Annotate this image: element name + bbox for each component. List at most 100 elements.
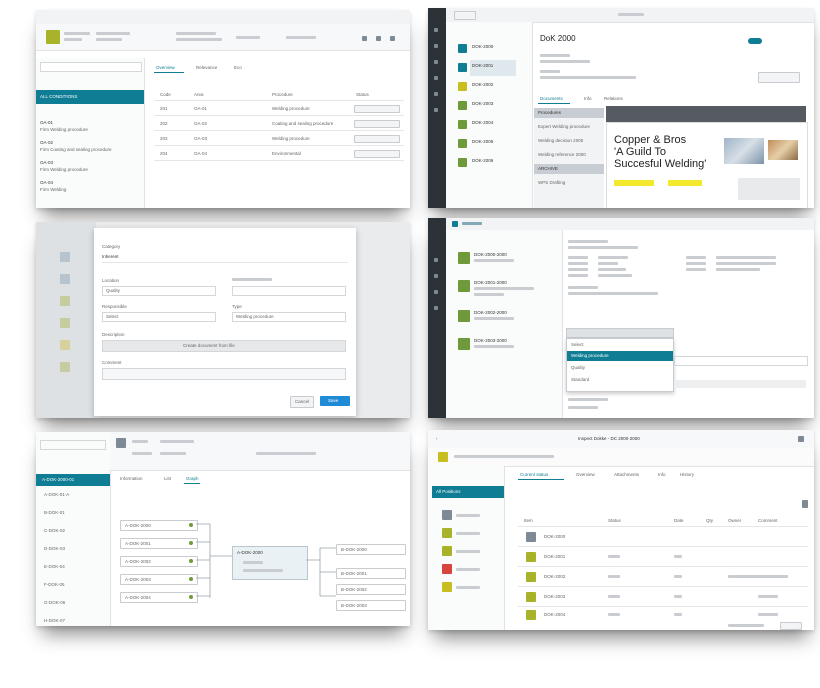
back-button[interactable] (454, 11, 476, 20)
dropdown-option[interactable]: Standard (571, 377, 589, 382)
list-item[interactable]: DOK-2003-2000 (474, 338, 507, 343)
tree-item-selected[interactable]: A-DOK-2000-01 (36, 474, 110, 486)
tab-graph[interactable]: Graph (186, 476, 199, 481)
tab-information[interactable]: Information (120, 476, 143, 481)
tab-documents[interactable]: Documents (540, 96, 563, 101)
list-item[interactable]: DOK-2000-2000 (474, 252, 507, 257)
status-select[interactable] (354, 120, 400, 128)
dropdown-option-selected[interactable]: Welding procedure (567, 351, 673, 361)
rail-icon[interactable] (434, 258, 438, 262)
tab-info[interactable]: Info (584, 96, 592, 101)
close-icon[interactable] (798, 436, 804, 442)
list-item[interactable]: DOK-2001-2000 (474, 280, 507, 285)
column-header[interactable]: Procedure (272, 92, 293, 97)
tree-item[interactable]: C-DOK-02 (44, 528, 65, 533)
location-field[interactable]: Quality (102, 286, 216, 296)
tab-overview[interactable]: Overview (156, 65, 175, 70)
graph-node[interactable]: A-DOK-2000 (120, 520, 198, 531)
tab-history[interactable]: History (680, 472, 694, 477)
column-header[interactable]: Comment (758, 518, 778, 523)
menu-item[interactable]: ARCHIVE (538, 166, 558, 171)
save-button[interactable]: Save (320, 396, 350, 406)
sidebar-item-code[interactable]: OA-02 (40, 140, 53, 145)
cancel-button[interactable]: Cancel (290, 396, 314, 408)
tree-search-input[interactable] (40, 440, 106, 450)
graph-center-node[interactable]: A-DOK-2000 (232, 546, 308, 580)
comment-field[interactable] (102, 368, 346, 380)
responsible-select[interactable]: Select (102, 312, 216, 322)
rail-icon[interactable] (434, 44, 438, 48)
column-header[interactable]: Owner (728, 518, 741, 523)
status-select[interactable] (354, 135, 400, 143)
sidebar-header[interactable]: All Positions (432, 486, 504, 498)
graph-node[interactable]: A-DOK-2004 (120, 592, 198, 603)
column-header[interactable]: Code (160, 92, 171, 97)
list-item[interactable]: DOK-2001 (472, 63, 493, 68)
graph-node[interactable]: B-DOK-2002 (336, 584, 406, 595)
pagination-control[interactable] (780, 622, 802, 630)
toggle-switch[interactable] (748, 38, 762, 44)
category-value[interactable]: Inherent (102, 254, 119, 259)
list-item[interactable]: DOK-2005 (472, 139, 493, 144)
sidebar-header[interactable]: ALL CONDITIONS (36, 90, 144, 104)
sidebar-search-input[interactable] (40, 62, 142, 72)
list-item[interactable]: DOK-2000 (472, 44, 493, 49)
column-header[interactable]: Status (356, 92, 369, 97)
export-icon[interactable] (802, 500, 808, 508)
tree-item[interactable]: F-DOK-05 (44, 582, 65, 587)
status-select[interactable] (354, 150, 400, 158)
rail-icon[interactable] (434, 92, 438, 96)
graph-node[interactable]: A-DOK-2003 (120, 574, 198, 585)
dropdown-option[interactable]: Quality (571, 365, 585, 370)
dropdown-trigger[interactable] (566, 328, 674, 338)
column-header[interactable]: Status (608, 518, 621, 523)
tab-overview[interactable]: Overview (576, 472, 595, 477)
type-select[interactable]: Welding procedure (232, 312, 346, 322)
rail-icon[interactable] (434, 60, 438, 64)
back-link[interactable]: ‹ (436, 436, 438, 441)
list-item[interactable]: DOK-2006 (472, 158, 493, 163)
tab-eco[interactable]: Eco (234, 65, 242, 70)
graph-node[interactable]: A-DOK-2001 (120, 538, 198, 549)
tab-relations[interactable]: Relations (604, 96, 623, 101)
graph-node[interactable]: B-DOK-2003 (336, 600, 406, 611)
rail-icon[interactable] (434, 274, 438, 278)
tab-relevance[interactable]: Relevance (196, 65, 217, 70)
tab-current-status[interactable]: Current status (520, 472, 548, 477)
list-item[interactable]: DOK-2002 (472, 82, 493, 87)
tree-item[interactable]: H-DOK-07 (44, 618, 65, 623)
tree-item[interactable]: E-DOK-04 (44, 564, 65, 569)
status-select[interactable] (354, 105, 400, 113)
sidebar-item-code[interactable]: OA-04 (40, 180, 53, 185)
tree-item[interactable]: B-DOK-01 (44, 510, 65, 515)
secondary-field[interactable] (232, 286, 346, 296)
column-header[interactable]: Qty (706, 518, 713, 523)
rail-icon[interactable] (434, 28, 438, 32)
menu-item[interactable]: WPS Drafting (538, 180, 565, 185)
share-icon[interactable] (376, 36, 381, 41)
sidebar-item-code[interactable]: OA-01 (40, 120, 53, 125)
tree-item[interactable]: D-DOK-03 (44, 546, 65, 551)
list-item[interactable]: DOK-2004 (472, 120, 493, 125)
dropdown-option[interactable]: Select (571, 342, 584, 347)
rail-icon[interactable] (434, 290, 438, 294)
list-item[interactable]: DOK-2002-2000 (474, 310, 507, 315)
rail-icon[interactable] (434, 306, 438, 310)
description-field[interactable]: Create document from file (102, 340, 346, 352)
menu-item[interactable]: Procedures (538, 110, 561, 115)
menu-item[interactable]: Expert Welding procedure (538, 124, 590, 129)
list-item[interactable]: DOK-2003 (472, 101, 493, 106)
tab-list[interactable]: List (164, 476, 171, 481)
column-header[interactable]: Date (674, 518, 684, 523)
graph-node[interactable]: B-DOK-2001 (336, 568, 406, 579)
settings-icon[interactable] (362, 36, 367, 41)
column-header[interactable]: Item (524, 518, 533, 523)
tab-attachments[interactable]: Attachments (614, 472, 639, 477)
graph-node[interactable]: A-DOK-2002 (120, 556, 198, 567)
tab-info[interactable]: Info (658, 472, 666, 477)
rail-icon[interactable] (434, 76, 438, 80)
action-button[interactable] (758, 72, 800, 83)
tree-item[interactable]: A-DOK-01-A (44, 492, 69, 497)
graph-node[interactable]: B-DOK-2000 (336, 544, 406, 555)
more-icon[interactable] (390, 36, 395, 41)
